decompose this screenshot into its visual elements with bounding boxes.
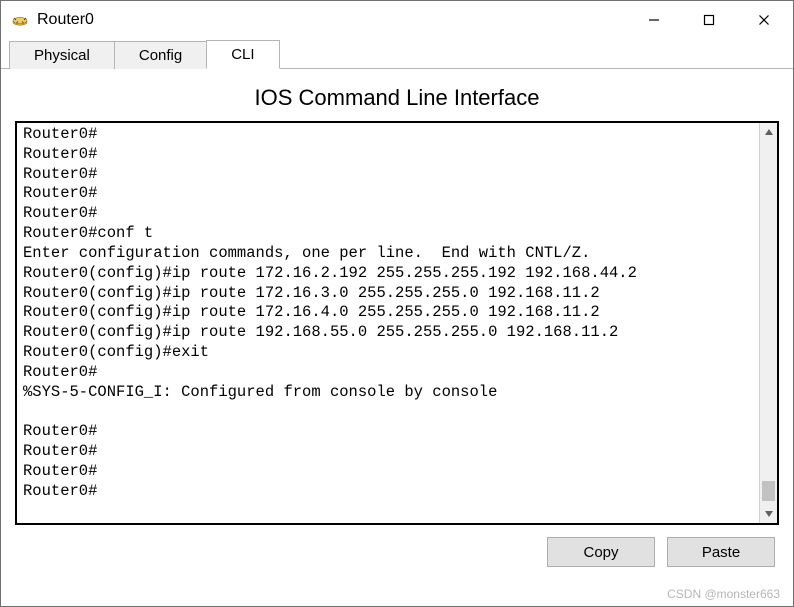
scroll-up-icon[interactable] bbox=[760, 123, 777, 141]
tab-cli[interactable]: CLI bbox=[206, 40, 279, 69]
cli-heading: IOS Command Line Interface bbox=[15, 85, 779, 111]
scroll-down-icon[interactable] bbox=[760, 505, 777, 523]
window-title: Router0 bbox=[37, 11, 626, 29]
button-row: Copy Paste bbox=[15, 525, 779, 571]
window-controls bbox=[626, 2, 791, 38]
tab-content: IOS Command Line Interface Router0# Rout… bbox=[1, 69, 793, 581]
tabs: Physical Config CLI bbox=[1, 39, 793, 69]
tab-config[interactable]: Config bbox=[114, 41, 207, 69]
maximize-button[interactable] bbox=[681, 2, 736, 38]
tab-physical[interactable]: Physical bbox=[9, 41, 115, 69]
titlebar: Router0 bbox=[1, 1, 793, 39]
close-button[interactable] bbox=[736, 2, 791, 38]
terminal-container: Router0# Router0# Router0# Router0# Rout… bbox=[15, 121, 779, 525]
copy-button[interactable]: Copy bbox=[547, 537, 655, 567]
router-icon bbox=[11, 11, 29, 29]
scroll-track[interactable] bbox=[760, 141, 777, 505]
terminal-output[interactable]: Router0# Router0# Router0# Router0# Rout… bbox=[17, 123, 759, 523]
minimize-button[interactable] bbox=[626, 2, 681, 38]
watermark: CSDN @monster663 bbox=[667, 587, 780, 601]
paste-button[interactable]: Paste bbox=[667, 537, 775, 567]
scrollbar[interactable] bbox=[759, 123, 777, 523]
scroll-thumb[interactable] bbox=[762, 481, 775, 501]
